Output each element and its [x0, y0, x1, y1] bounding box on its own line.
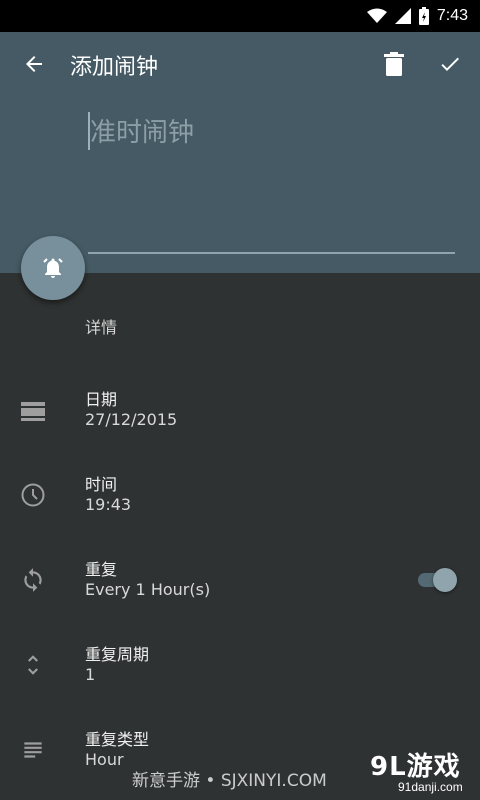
row-title: 日期 — [85, 390, 118, 409]
arrow-back-icon — [26, 56, 42, 72]
toolbar: 添加闹钟 — [0, 32, 480, 96]
status-bar: 7:43 — [0, 0, 480, 32]
delete-button[interactable] — [378, 48, 410, 80]
unfold-icon — [18, 650, 48, 680]
alarm-header: 添加闹钟 — [0, 32, 480, 273]
check-icon — [441, 57, 459, 71]
logo-sub-text: 91danji.com — [398, 780, 463, 794]
clock-icon — [18, 480, 48, 510]
details-section-label: 详情 — [85, 318, 118, 337]
text-cursor — [88, 112, 90, 150]
repeat-icon — [18, 565, 48, 595]
calendar-icon — [18, 396, 48, 426]
status-time: 7:43 — [436, 7, 468, 24]
repeat-type-value: Hour — [85, 750, 124, 769]
signal-icon — [394, 8, 411, 24]
repeat-period-value: 1 — [85, 665, 96, 684]
date-row[interactable]: 日期 27/12/2015 — [0, 386, 480, 462]
wifi-icon — [366, 8, 387, 24]
site-logo: 9L游戏 91danji.com — [370, 746, 474, 798]
alarm-fab-button[interactable] — [21, 236, 85, 300]
repeat-row[interactable]: 重复 Every 1 Hour(s) — [0, 556, 480, 632]
input-underline — [88, 252, 455, 254]
battery-icon — [418, 7, 429, 25]
time-value: 19:43 — [85, 495, 132, 514]
bell-icon — [43, 258, 63, 278]
watermark-text: 新意手游 • SJXINYI.COM — [132, 771, 327, 791]
row-title: 时间 — [85, 475, 118, 494]
repeat-value: Every 1 Hour(s) — [85, 580, 211, 599]
trash-icon — [384, 52, 404, 76]
row-title: 重复类型 — [85, 730, 150, 749]
subject-icon — [18, 735, 48, 765]
repeat-period-row[interactable]: 重复周期 1 — [0, 641, 480, 717]
time-row[interactable]: 时间 19:43 — [0, 471, 480, 547]
confirm-button[interactable] — [434, 48, 466, 80]
repeat-toggle[interactable] — [418, 568, 458, 592]
logo-main-text: 9L游戏 — [370, 752, 461, 782]
page-title: 添加闹钟 — [70, 55, 159, 80]
row-title: 重复周期 — [85, 645, 150, 664]
row-title: 重复 — [85, 560, 118, 579]
toggle-thumb — [433, 568, 457, 592]
date-value: 27/12/2015 — [85, 410, 178, 429]
back-button[interactable] — [18, 48, 50, 80]
alarm-name-input[interactable] — [90, 108, 460, 158]
